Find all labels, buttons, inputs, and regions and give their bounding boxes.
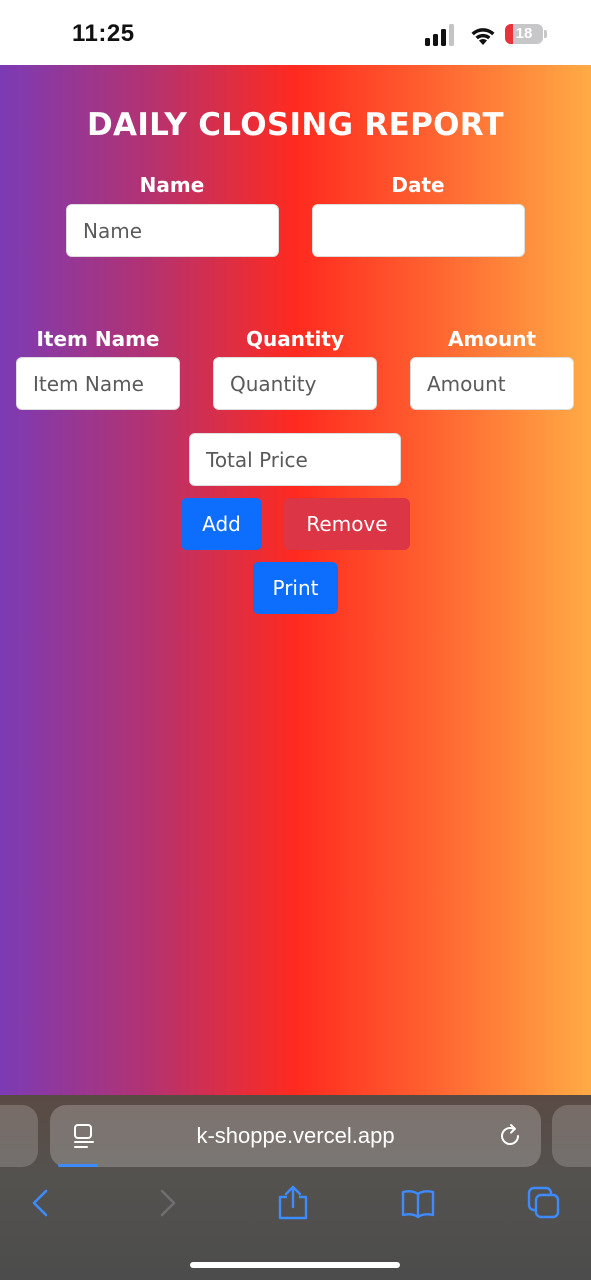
browser-toolbar: k-shoppe.vercel.app [0, 1095, 591, 1280]
quantity-label: Quantity [246, 327, 344, 351]
address-bar[interactable]: k-shoppe.vercel.app [50, 1105, 541, 1167]
home-indicator [190, 1262, 400, 1268]
back-icon[interactable] [22, 1185, 58, 1221]
amount-label: Amount [447, 327, 537, 351]
battery-level: 18 [515, 25, 533, 42]
quantity-input[interactable] [213, 357, 377, 410]
next-tab-preview[interactable] [552, 1105, 591, 1167]
remove-button[interactable]: Remove [284, 498, 410, 550]
add-button[interactable]: Add [181, 498, 262, 550]
report-page: DAILY CLOSING REPORT Name Date Item Name… [0, 65, 591, 1095]
page-title: DAILY CLOSING REPORT [87, 107, 504, 143]
share-icon[interactable] [275, 1185, 311, 1221]
wifi-icon [471, 28, 495, 45]
item-name-input[interactable] [16, 357, 180, 410]
print-button[interactable]: Print [253, 562, 338, 614]
reload-icon[interactable] [497, 1123, 523, 1149]
cellular-signal-icon [425, 24, 454, 46]
item-name-label: Item Name [36, 327, 160, 351]
previous-tab-preview[interactable] [0, 1105, 38, 1167]
url-text[interactable]: k-shoppe.vercel.app [50, 1123, 541, 1149]
page-load-progress [58, 1164, 98, 1167]
bookmarks-icon[interactable] [400, 1185, 436, 1221]
tabs-icon[interactable] [526, 1185, 562, 1221]
status-time: 11:25 [72, 20, 135, 47]
status-bar: 11:25 18 [0, 0, 591, 65]
date-label: Date [391, 173, 445, 197]
battery-icon: 18 [505, 24, 549, 46]
amount-input[interactable] [410, 357, 574, 410]
forward-icon[interactable] [150, 1185, 186, 1221]
date-input[interactable] [312, 204, 525, 257]
total-price-input[interactable] [189, 433, 401, 486]
name-label: Name [139, 173, 205, 197]
name-input[interactable] [66, 204, 279, 257]
